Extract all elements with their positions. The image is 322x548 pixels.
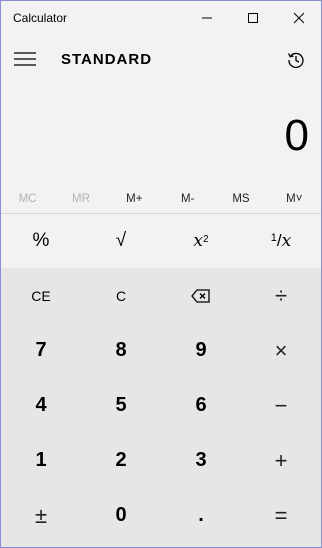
digit-2-button[interactable]: 2 bbox=[81, 433, 161, 488]
memory-subtract-button[interactable]: M- bbox=[161, 185, 214, 213]
maximize-icon bbox=[248, 13, 258, 23]
calculator-window: Calculator STANDARD 0 MC MR M+ M- MS M˅ … bbox=[0, 0, 322, 548]
subtract-button[interactable]: − bbox=[241, 378, 321, 433]
digit-1-button[interactable]: 1 bbox=[1, 433, 81, 488]
memory-recall-button[interactable]: MR bbox=[54, 185, 107, 213]
history-icon bbox=[287, 52, 304, 69]
digit-4-button[interactable]: 4 bbox=[1, 378, 81, 433]
memory-clear-button[interactable]: MC bbox=[1, 185, 54, 213]
header: STANDARD bbox=[1, 35, 321, 85]
square-button[interactable]: x2 bbox=[161, 214, 241, 268]
backspace-button[interactable] bbox=[161, 268, 241, 323]
decimal-button[interactable]: . bbox=[161, 488, 241, 543]
close-button[interactable] bbox=[276, 1, 321, 35]
maximize-button[interactable] bbox=[230, 1, 276, 35]
memory-list-button[interactable]: M˅ bbox=[268, 185, 321, 213]
percent-button[interactable]: % bbox=[1, 214, 81, 268]
add-button[interactable]: + bbox=[241, 433, 321, 488]
display-area: 0 bbox=[1, 85, 321, 185]
minimize-button[interactable] bbox=[184, 1, 230, 35]
digit-3-button[interactable]: 3 bbox=[161, 433, 241, 488]
memory-store-button[interactable]: MS bbox=[214, 185, 267, 213]
digit-6-button[interactable]: 6 bbox=[161, 378, 241, 433]
keypad: CE C ÷ 7 8 9 × 4 5 6 − 1 2 3 + ± 0 . = bbox=[1, 268, 321, 547]
mode-title: STANDARD bbox=[61, 51, 153, 68]
clear-entry-button[interactable]: CE bbox=[1, 268, 81, 323]
multiply-button[interactable]: × bbox=[241, 323, 321, 378]
minimize-icon bbox=[202, 17, 212, 19]
divide-button[interactable]: ÷ bbox=[241, 268, 321, 323]
close-icon bbox=[293, 12, 305, 24]
square-base-label: x bbox=[193, 231, 204, 251]
negate-button[interactable]: ± bbox=[1, 488, 81, 543]
clear-button[interactable]: C bbox=[81, 268, 161, 323]
digit-8-button[interactable]: 8 bbox=[81, 323, 161, 378]
square-exponent-label: 2 bbox=[203, 233, 209, 245]
memory-row: MC MR M+ M- MS M˅ bbox=[1, 185, 321, 213]
hamburger-icon bbox=[14, 52, 36, 66]
history-button[interactable] bbox=[285, 49, 307, 71]
app-title: Calculator bbox=[13, 11, 68, 25]
backspace-icon bbox=[191, 288, 210, 303]
function-row: % √ x2 1/x bbox=[1, 214, 321, 268]
digit-0-button[interactable]: 0 bbox=[81, 488, 161, 543]
reciprocal-denominator-label: x bbox=[281, 231, 292, 251]
equals-button[interactable]: = bbox=[241, 488, 321, 543]
square-root-button[interactable]: √ bbox=[81, 214, 161, 268]
digit-5-button[interactable]: 5 bbox=[81, 378, 161, 433]
menu-button[interactable] bbox=[13, 49, 37, 69]
digit-9-button[interactable]: 9 bbox=[161, 323, 241, 378]
reciprocal-button[interactable]: 1/x bbox=[241, 214, 321, 268]
result-display: 0 bbox=[284, 111, 309, 160]
reciprocal-numerator-label: 1 bbox=[270, 232, 277, 244]
digit-7-button[interactable]: 7 bbox=[1, 323, 81, 378]
title-bar: Calculator bbox=[1, 1, 321, 35]
memory-add-button[interactable]: M+ bbox=[108, 185, 161, 213]
